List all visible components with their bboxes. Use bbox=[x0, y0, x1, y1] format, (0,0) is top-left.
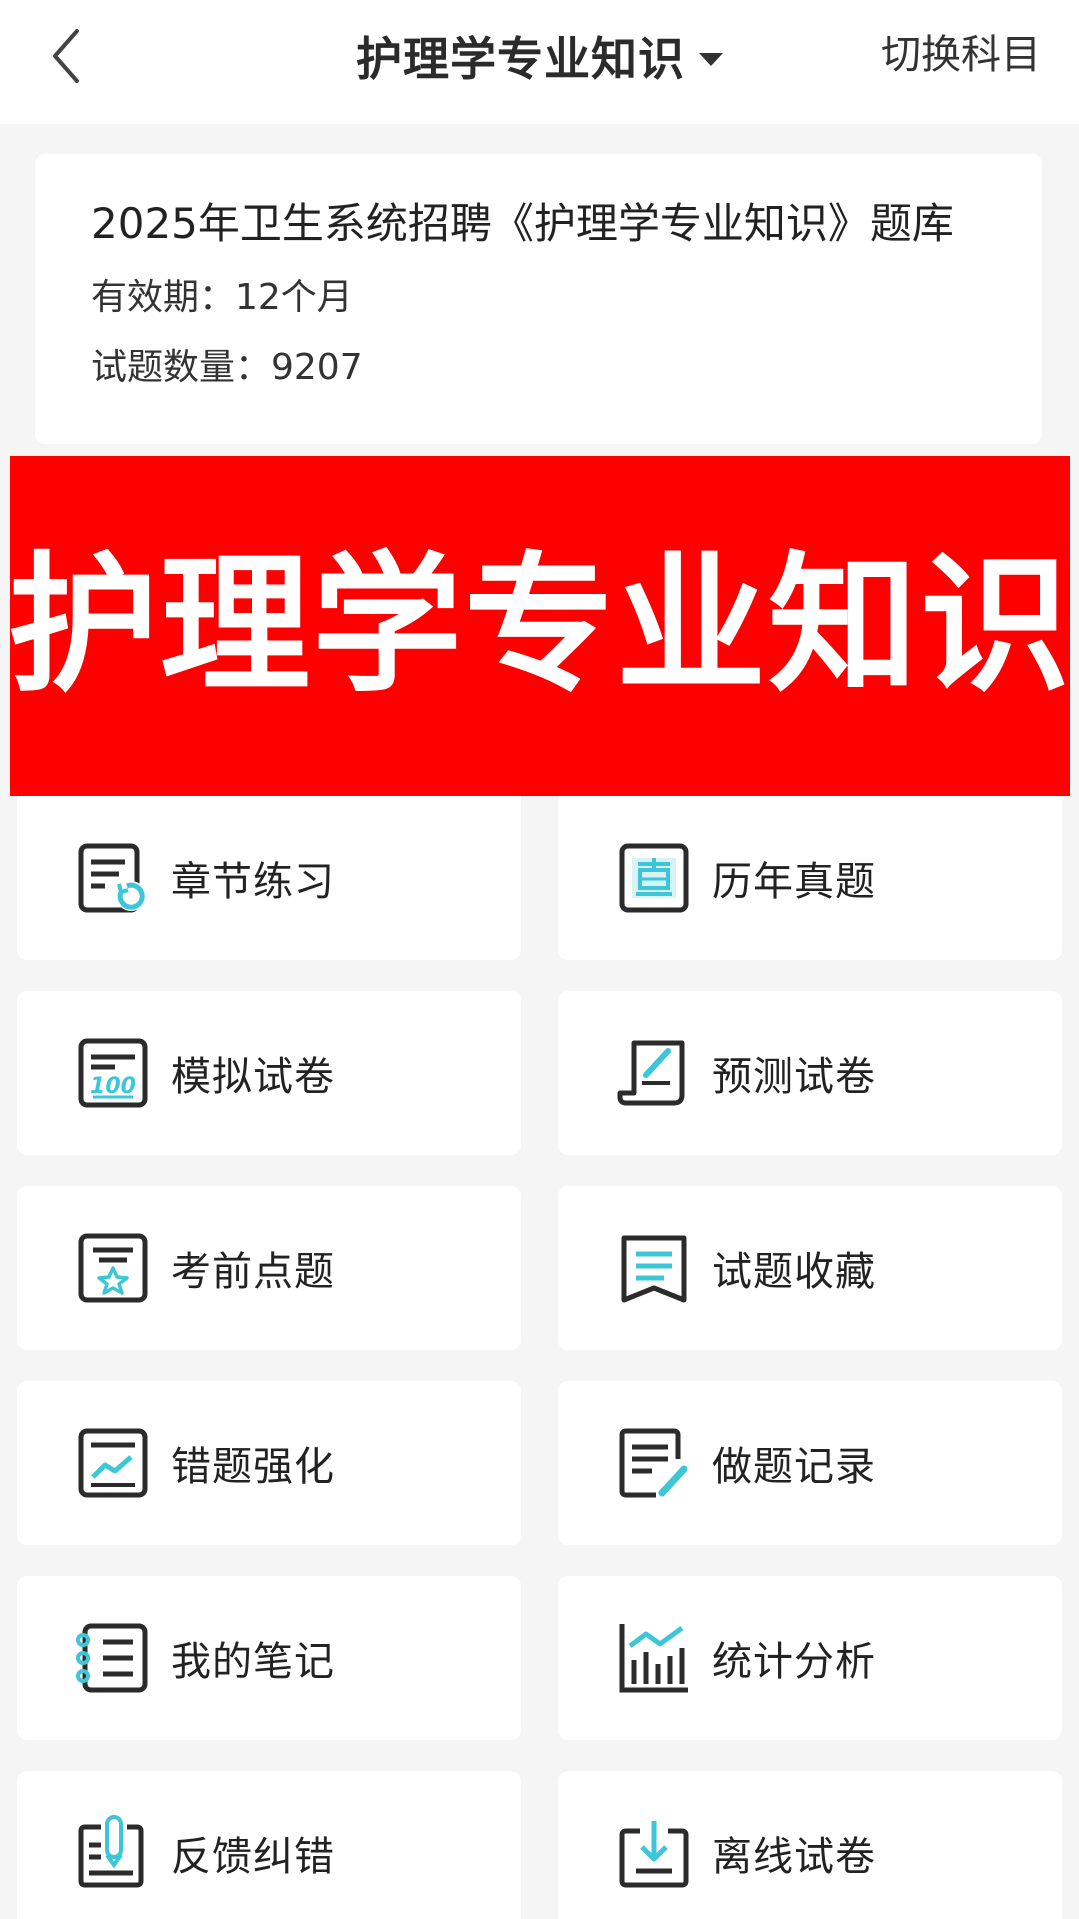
pre-exam-tips-icon bbox=[78, 1233, 148, 1303]
menu-item-offline-paper[interactable]: 离线试卷 bbox=[558, 1771, 1062, 1919]
menu-item-prediction-paper[interactable]: 预测试卷 bbox=[558, 991, 1062, 1155]
menu-item-feedback[interactable]: 反馈纠错 bbox=[17, 1771, 521, 1919]
subject-banner: 护理学专业知识 bbox=[8, 456, 1073, 796]
practice-record-icon bbox=[619, 1428, 688, 1498]
validity-period: 有效期：12个月 bbox=[91, 277, 353, 318]
chapter-practice-icon bbox=[78, 843, 146, 913]
menu-item-pre-exam-tips[interactable]: 考前点题 bbox=[17, 1186, 521, 1350]
question-bank-title: 2025年卫生系统招聘《护理学专业知识》题库 bbox=[91, 199, 954, 248]
favorites-icon bbox=[621, 1235, 687, 1303]
menu-item-label: 做题记录 bbox=[712, 1444, 876, 1490]
switch-subject-button[interactable]: 切换科目 bbox=[881, 26, 1041, 84]
statistics-icon bbox=[619, 1624, 688, 1693]
menu-item-notes[interactable]: 我的笔记 bbox=[17, 1576, 521, 1740]
page-title[interactable]: 护理学专业知识 bbox=[356, 23, 685, 89]
chevron-left-icon bbox=[53, 29, 79, 83]
menu-item-statistics[interactable]: 统计分析 bbox=[558, 1576, 1062, 1740]
menu-item-label: 历年真题 bbox=[712, 859, 876, 905]
menu-item-label: 预测试卷 bbox=[712, 1054, 876, 1100]
menu-item-label: 错题强化 bbox=[171, 1444, 335, 1490]
menu-item-favorites[interactable]: 试题收藏 bbox=[558, 1186, 1062, 1350]
menu-item-label: 考前点题 bbox=[171, 1249, 335, 1295]
menu-item-label: 试题收藏 bbox=[712, 1249, 876, 1295]
menu-item-label: 统计分析 bbox=[712, 1639, 876, 1685]
menu-item-practice-record[interactable]: 做题记录 bbox=[558, 1381, 1062, 1545]
menu-item-mock-paper[interactable]: 100 模拟试卷 bbox=[17, 991, 521, 1155]
banner-title: 护理学专业知识 bbox=[8, 539, 1073, 713]
menu-item-label: 我的笔记 bbox=[171, 1639, 335, 1685]
question-count: 试题数量：9207 bbox=[91, 347, 363, 388]
svg-text:100: 100 bbox=[90, 1074, 136, 1099]
menu-item-label: 反馈纠错 bbox=[171, 1834, 335, 1880]
feedback-icon bbox=[78, 1815, 144, 1888]
menu-item-wrong-questions[interactable]: 错题强化 bbox=[17, 1381, 521, 1545]
menu-item-label: 章节练习 bbox=[171, 859, 335, 905]
back-button[interactable] bbox=[36, 18, 96, 94]
menu-item-chapter-practice[interactable]: 章节练习 bbox=[17, 796, 521, 960]
feature-grid: 章节练习 历年真题 100 模拟试卷 预测试卷 考前点题 试题收藏 错题强化 做… bbox=[17, 796, 1062, 1919]
mock-paper-icon: 100 bbox=[78, 1038, 148, 1108]
menu-item-past-exams[interactable]: 历年真题 bbox=[558, 796, 1062, 960]
prediction-paper-icon bbox=[617, 1040, 685, 1106]
notes-icon bbox=[76, 1623, 148, 1693]
menu-item-label: 离线试卷 bbox=[712, 1834, 876, 1880]
wrong-questions-icon bbox=[78, 1428, 148, 1498]
caret-down-icon[interactable] bbox=[699, 52, 723, 66]
past-exams-icon bbox=[619, 843, 689, 913]
question-bank-info-card: 2025年卫生系统招聘《护理学专业知识》题库 有效期：12个月 试题数量：920… bbox=[35, 154, 1042, 444]
top-bar: 护理学专业知识 切换科目 bbox=[0, 0, 1079, 124]
menu-item-label: 模拟试卷 bbox=[171, 1054, 335, 1100]
offline-download-icon bbox=[619, 1821, 689, 1888]
